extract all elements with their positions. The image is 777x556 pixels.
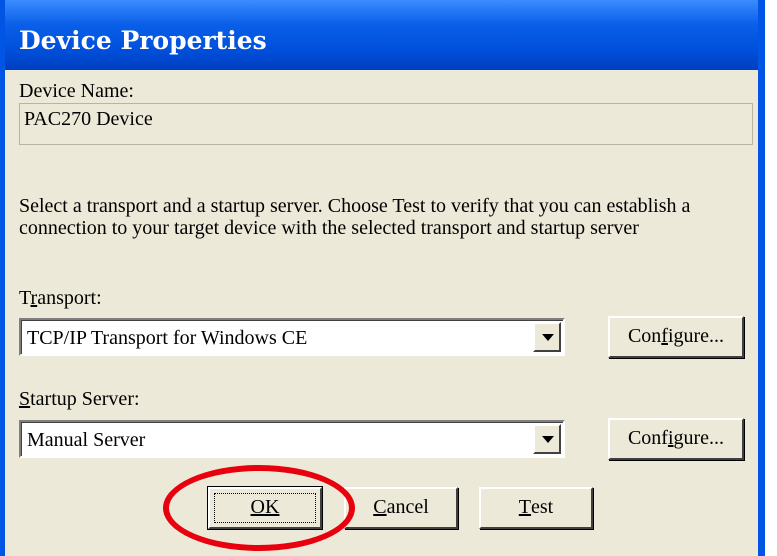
startup-server-label: Startup Server: [19, 388, 140, 410]
transport-dropdown[interactable]: TCP/IP Transport for Windows CE [19, 318, 565, 356]
transport-configure-button[interactable]: Configure... [608, 316, 744, 358]
chevron-down-icon [542, 436, 554, 443]
transport-selected-value: TCP/IP Transport for Windows CE [27, 327, 308, 349]
transport-label: Transport: [19, 287, 102, 309]
title-bar[interactable]: Device Properties [5, 0, 758, 70]
cancel-button[interactable]: Cancel [344, 487, 458, 529]
startup-server-configure-button[interactable]: Configure... [608, 418, 744, 460]
device-properties-dialog: Device Properties Device Name: PAC270 De… [0, 0, 765, 556]
window-title: Device Properties [19, 26, 267, 55]
device-name-label: Device Name: [19, 80, 134, 102]
startup-server-dropdown-button[interactable] [533, 424, 561, 454]
description-text: Select a transport and a startup server.… [19, 195, 691, 239]
device-name-field: PAC270 Device [19, 103, 753, 145]
ok-button[interactable]: OK [207, 486, 323, 530]
test-button[interactable]: Test [479, 487, 593, 529]
transport-dropdown-button[interactable] [533, 322, 561, 352]
startup-server-selected-value: Manual Server [27, 429, 146, 451]
focus-rectangle [214, 493, 316, 523]
startup-server-dropdown[interactable]: Manual Server [19, 420, 565, 458]
device-name-value: PAC270 Device [24, 108, 153, 130]
chevron-down-icon [542, 334, 554, 341]
